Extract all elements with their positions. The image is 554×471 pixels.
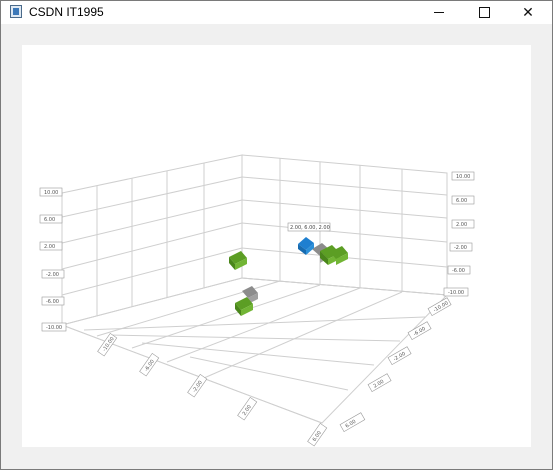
maximize-button[interactable] [463, 1, 505, 24]
maximize-icon [478, 7, 490, 18]
x-axis-labels: -10.00 -6.00 -2.00 2.00 6.00 [97, 332, 328, 447]
app-window: CSDN IT1995 ✕ 10.00 6.00 2.00 -2.00 -6.0… [0, 0, 553, 470]
close-button[interactable]: ✕ [507, 1, 549, 24]
grid-left-wall [61, 154, 243, 326]
y-tick-label: -6.00 [46, 299, 59, 305]
y-tick-label: 2.00 [456, 222, 467, 228]
selection-label-text: 2.00, 6.00, 2.00 [290, 225, 330, 231]
y-tick-label: 2.00 [44, 244, 55, 250]
grid-right-wall [241, 154, 448, 296]
y-tick-label: -10.00 [46, 325, 62, 331]
minimize-icon [434, 12, 444, 13]
app-icon [10, 5, 22, 18]
y-tick-label: -2.00 [454, 245, 467, 251]
y-tick-label: -6.00 [452, 268, 465, 274]
y-tick-label: 6.00 [44, 217, 55, 223]
scatter3d-view[interactable]: 10.00 6.00 2.00 -2.00 -6.00 -10.00 10.00… [22, 45, 531, 447]
window-title: CSDN IT1995 [29, 5, 104, 19]
selected-data-point[interactable] [298, 237, 314, 255]
title-bar[interactable]: CSDN IT1995 ✕ [1, 1, 552, 24]
y-tick-label: 10.00 [44, 190, 58, 196]
y-tick-label: -2.00 [46, 272, 59, 278]
z-tick-label: -2.00 [393, 351, 407, 363]
y-tick-label: -10.00 [448, 290, 464, 296]
data-point-cube[interactable] [229, 251, 247, 270]
y-tick-label: 6.00 [456, 198, 467, 204]
close-icon: ✕ [522, 4, 534, 21]
scatter3d-chart[interactable]: 10.00 6.00 2.00 -2.00 -6.00 -10.00 10.00… [22, 45, 531, 447]
y-axis-right-labels: 10.00 6.00 2.00 -2.00 -6.00 -10.00 [443, 171, 475, 297]
y-tick-label: 10.00 [456, 174, 470, 180]
selection-label: 2.00, 6.00, 2.00 [287, 222, 331, 232]
minimize-button[interactable] [418, 1, 460, 24]
